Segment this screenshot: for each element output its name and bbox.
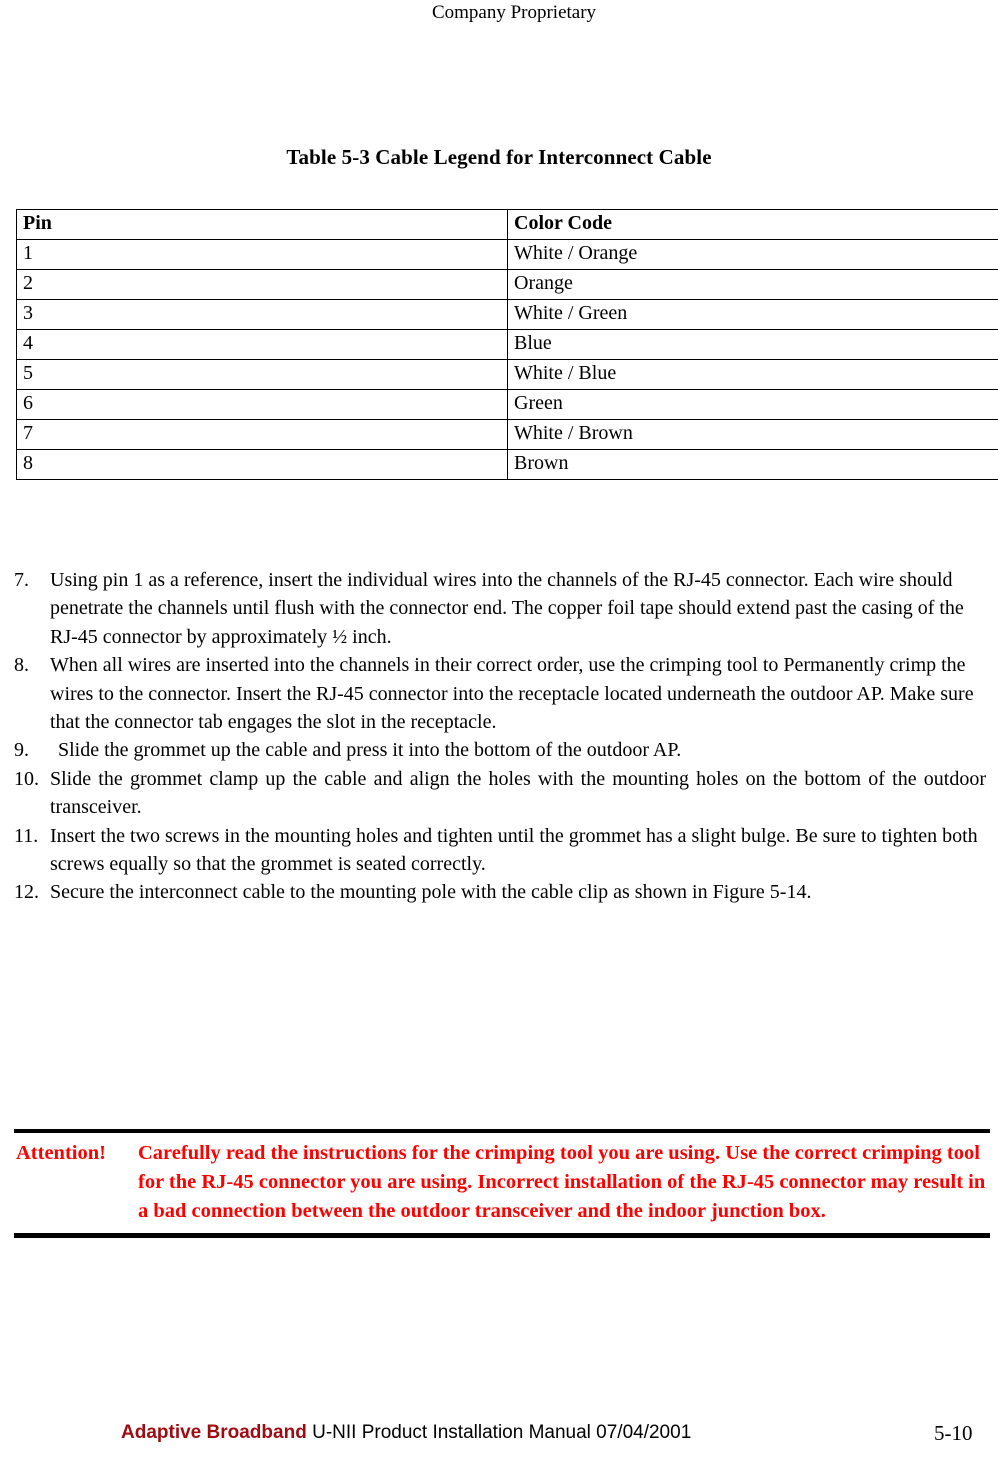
cell-pin: 4 (16, 329, 508, 360)
list-item-number: 7. (14, 569, 29, 591)
cell-pin: 3 (16, 299, 508, 330)
attention-text: Carefully read the instructions for the … (138, 1142, 986, 1222)
cell-pin: 8 (16, 449, 508, 480)
cell-color: Orange (507, 269, 998, 300)
list-item-text: Slide the grommet up the cable and press… (58, 739, 682, 762)
table-header-row: Pin Color Code (16, 209, 998, 240)
cell-color: Brown (507, 449, 998, 480)
list-item-number: 9. (14, 739, 29, 762)
list-item-text: Insert the two screws in the mounting ho… (50, 824, 978, 876)
footer-text-group: Adaptive Broadband U-NII Product Install… (121, 1419, 691, 1447)
page-number: 5-10 (934, 1421, 973, 1445)
table-row: 3 White / Green (16, 299, 998, 330)
table-row: 8 Brown (16, 449, 998, 480)
cell-pin: 6 (16, 389, 508, 420)
cell-pin: 7 (16, 419, 508, 450)
list-item-number: 11. (14, 824, 39, 847)
list-item-number: 8. (14, 654, 29, 677)
table-row: 5 White / Blue (16, 359, 998, 390)
instruction-list: 7. Using pin 1 as a reference, insert th… (14, 566, 986, 907)
cell-color: White / Orange (507, 239, 998, 270)
cell-pin: 2 (16, 269, 508, 300)
list-item-8: 8. When all wires are inserted into the … (14, 651, 986, 736)
page-header: Company Proprietary (431, 2, 597, 23)
list-item-10: 10. Slide the grommet clamp up the cable… (14, 765, 986, 822)
attention-callout: Attention! Carefully read the instructio… (14, 1129, 990, 1238)
list-item-number: 12. (14, 881, 39, 904)
table-caption: Table 5-3 Cable Legend for Interconnect … (286, 145, 712, 169)
table-row: 4 Blue (16, 329, 998, 360)
cell-pin: 5 (16, 359, 508, 390)
list-item-text: Secure the interconnect cable to the mou… (50, 881, 812, 904)
list-item-text: When all wires are inserted into the cha… (50, 654, 974, 734)
cell-color: White / Blue (507, 359, 998, 390)
list-item-9: 9. Slide the grommet up the cable and pr… (14, 736, 986, 764)
list-item-text: Slide the grommet clamp up the cable and… (50, 767, 986, 819)
list-item-12: 12. Secure the interconnect cable to the… (14, 878, 986, 906)
cell-color: White / Brown (507, 419, 998, 450)
manual-title: U-NII Product Installation Manual 07/04/… (312, 1422, 692, 1443)
company-brand: Adaptive Broadband (121, 1422, 307, 1443)
table-row: 1 White / Orange (16, 239, 998, 270)
cell-color: Blue (507, 329, 998, 360)
table-row: 2 Orange (16, 269, 998, 300)
column-header-pin: Pin (16, 209, 508, 240)
cell-pin: 1 (16, 239, 508, 270)
callout-body: Attention! Carefully read the instructio… (14, 1133, 990, 1228)
list-item-number: 10. (14, 767, 39, 790)
cell-color: Green (507, 389, 998, 420)
cell-color: White / Green (507, 299, 998, 330)
list-item-7: 7. Using pin 1 as a reference, insert th… (14, 566, 986, 651)
cable-legend-table: Pin Color Code 1 White / Orange 2 Orange… (16, 209, 998, 480)
table-row: 6 Green (16, 389, 998, 420)
page-footer: Adaptive Broadband U-NII Product Install… (0, 1419, 998, 1459)
attention-label: Attention! (16, 1142, 106, 1164)
table-row: 7 White / Brown (16, 419, 998, 450)
callout-rule-bottom (14, 1233, 990, 1238)
column-header-color: Color Code (507, 209, 998, 240)
list-item-11: 11. Insert the two screws in the mountin… (14, 822, 986, 879)
list-item-text: Using pin 1 as a reference, insert the i… (50, 569, 964, 648)
